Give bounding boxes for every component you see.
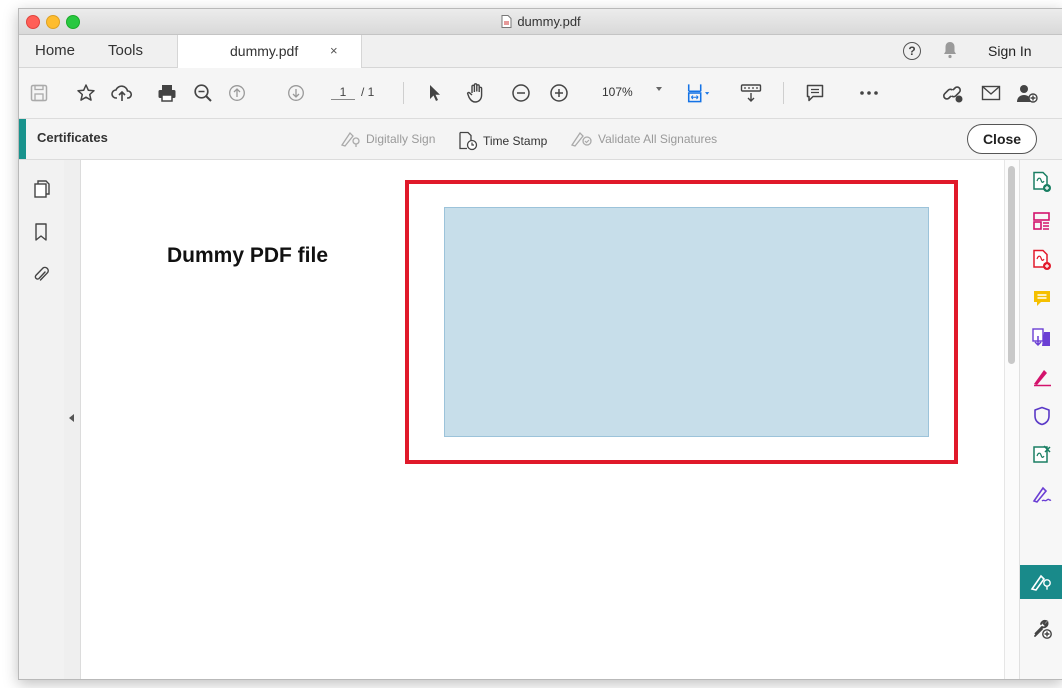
close-tab-icon[interactable]: × [330,35,338,67]
certificates-tool-icon[interactable] [1020,565,1062,599]
signature-area-outline[interactable] [405,180,958,464]
certificates-accent-bar [19,119,26,159]
tab-document[interactable]: dummy.pdf × [177,35,362,68]
digitally-sign-button[interactable]: Digitally Sign [340,131,435,147]
title-bar: dummy.pdf [19,9,1062,35]
time-stamp-icon [459,131,478,151]
zoom-in-icon[interactable] [547,81,571,105]
organize-pages-icon[interactable] [1020,204,1062,238]
left-pane-collapse-handle[interactable] [64,160,81,679]
document-view[interactable]: Dummy PDF file [81,160,1019,679]
right-tools-pane [1019,160,1062,679]
toolbar-divider [783,82,784,104]
page-fit-icon[interactable] [687,81,711,105]
upload-cloud-icon[interactable] [110,81,134,105]
sign-in-link[interactable]: Sign In [988,35,1032,67]
create-pdf-icon[interactable] [1020,165,1062,199]
email-icon[interactable] [979,81,1003,105]
share-link-icon[interactable] [941,81,965,105]
sign-icon[interactable] [1020,477,1062,511]
edit-pdf-icon[interactable] [1020,438,1062,472]
zoom-out-icon[interactable] [509,81,533,105]
time-stamp-button[interactable]: Time Stamp [457,131,547,151]
toolbar-divider [403,82,404,104]
more-options-icon[interactable] [857,81,881,105]
window-title: dummy.pdf [19,14,1062,31]
hand-tool-icon[interactable] [464,81,488,105]
page-thumbnails-icon[interactable] [33,179,51,204]
fill-and-sign-icon[interactable] [1020,360,1062,394]
vertical-scrollbar[interactable] [1004,160,1019,679]
comment-icon[interactable] [803,81,827,105]
app-window: dummy.pdf Home Tools dummy.pdf × ? Sign … [18,8,1062,680]
tab-home[interactable]: Home [35,35,75,67]
protect-shield-icon[interactable] [1020,399,1062,433]
save-icon[interactable] [27,81,51,105]
tab-bar: Home Tools dummy.pdf × ? Sign In [19,35,1062,68]
zoom-out-search-icon[interactable] [191,81,215,105]
collapse-arrow-icon[interactable] [69,414,74,422]
scrollbar-thumb[interactable] [1008,166,1015,364]
document-heading: Dummy PDF file [167,244,329,267]
send-for-review-icon[interactable] [1020,321,1062,355]
digitally-sign-icon [340,131,360,147]
validate-all-signatures-button[interactable]: Validate All Signatures [570,131,717,147]
chevron-down-icon[interactable] [656,87,662,91]
validate-signatures-icon [570,131,592,147]
help-icon[interactable]: ? [903,42,921,60]
certificates-toolbar: Certificates Digitally Sign Time Stamp V… [19,119,1062,160]
star-icon[interactable] [74,81,98,105]
left-navigation-pane [19,160,65,679]
print-icon[interactable] [155,81,179,105]
page-total: / 1 [361,85,375,99]
signature-field[interactable] [444,207,929,437]
bookmark-icon[interactable] [33,222,49,247]
add-user-icon[interactable] [1015,81,1039,105]
certificates-title: Certificates [37,130,108,145]
tab-document-label: dummy.pdf [230,43,299,59]
zoom-level-dropdown[interactable]: 107% [602,85,633,99]
export-pdf-icon[interactable] [1020,243,1062,277]
more-tools-wrench-icon[interactable] [1020,612,1062,646]
tab-tools[interactable]: Tools [108,35,143,67]
select-cursor-icon[interactable] [423,81,447,105]
next-page-icon[interactable] [284,81,308,105]
main-toolbar: 1 / 1 107% [19,68,1062,119]
page-number-input[interactable]: 1 [331,85,355,100]
close-button[interactable]: Close [967,124,1037,154]
previous-page-icon[interactable] [225,81,249,105]
read-mode-icon[interactable] [739,81,763,105]
comment-tool-icon[interactable] [1020,282,1062,316]
pdf-file-icon [501,15,512,31]
attachment-paperclip-icon[interactable] [33,264,49,289]
